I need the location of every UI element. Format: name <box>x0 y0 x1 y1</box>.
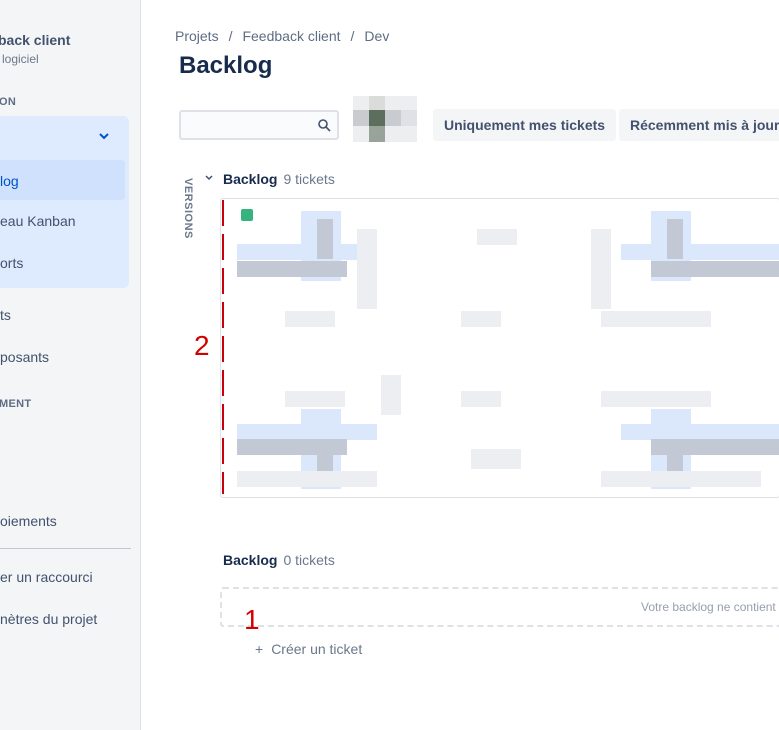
breadcrumb: Projets / Feedback client / Dev <box>175 28 390 44</box>
sidebar-item-project-settings[interactable]: nètres du projet <box>0 611 97 627</box>
project-name[interactable]: back client <box>0 32 70 48</box>
sidebar-divider <box>0 548 131 549</box>
section-label-planning: ON <box>0 96 17 108</box>
annotation-bracket-line <box>222 200 224 494</box>
empty-backlog-message: Votre backlog ne contient <box>641 600 776 614</box>
search-icon <box>318 119 331 132</box>
search-input[interactable] <box>181 112 311 138</box>
search-field[interactable] <box>179 110 339 140</box>
chevron-down-icon[interactable] <box>96 128 112 144</box>
plus-icon: + <box>255 641 264 657</box>
versions-label: VERSIONS <box>182 178 194 239</box>
backlog-count-secondary: 0 tickets <box>283 552 335 568</box>
sidebar-item-kanban[interactable]: eau Kanban <box>0 213 76 229</box>
sidebar-item-deployments[interactable]: oiements <box>0 513 57 529</box>
annotation-number-2: 2 <box>194 330 210 361</box>
avatar-group[interactable] <box>353 96 417 142</box>
breadcrumb-project[interactable]: Feedback client <box>242 28 340 44</box>
sidebar-item-tickets[interactable]: ts <box>0 307 11 323</box>
versions-panel-toggle[interactable]: VERSIONS <box>181 178 195 239</box>
sidebar-item-backlog[interactable] <box>0 160 125 200</box>
backlog-title: Backlog <box>223 171 278 187</box>
filter-recently-updated-button[interactable]: Récemment mis à jour <box>619 109 779 141</box>
annotation-number-1: 1 <box>244 604 260 635</box>
sidebar-item-backlog-label[interactable]: log <box>0 173 19 189</box>
section-label-development: MENT <box>0 398 32 410</box>
backlog-title-secondary: Backlog <box>223 552 278 568</box>
backlog-header-secondary[interactable]: Backlog 0 tickets <box>223 552 335 568</box>
breadcrumb-board[interactable]: Dev <box>364 28 389 44</box>
sidebar-item-components[interactable]: posants <box>0 349 49 365</box>
create-ticket-button[interactable]: + Créer un ticket <box>255 641 362 657</box>
sidebar-item-reports[interactable]: orts <box>0 255 23 271</box>
chevron-collapse-icon[interactable] <box>203 172 215 184</box>
create-ticket-label: Créer un ticket <box>271 641 363 657</box>
nav-group-boards: log eau Kanban orts <box>0 116 129 288</box>
backlog-count: 9 tickets <box>283 171 335 187</box>
ticket-list-content <box>237 209 779 489</box>
backlog-header[interactable]: Backlog 9 tickets <box>223 171 335 187</box>
backlog-ticket-list[interactable] <box>220 198 779 498</box>
breadcrumb-projects[interactable]: Projets <box>175 28 219 44</box>
project-type: logiciel <box>2 52 39 66</box>
filter-my-tickets-button[interactable]: Uniquement mes tickets <box>433 109 617 141</box>
page-title: Backlog <box>179 52 273 79</box>
project-sidebar: back client logiciel ON log eau Kanban o… <box>0 0 141 730</box>
sidebar-item-add-shortcut[interactable]: er un raccourci <box>0 569 93 585</box>
